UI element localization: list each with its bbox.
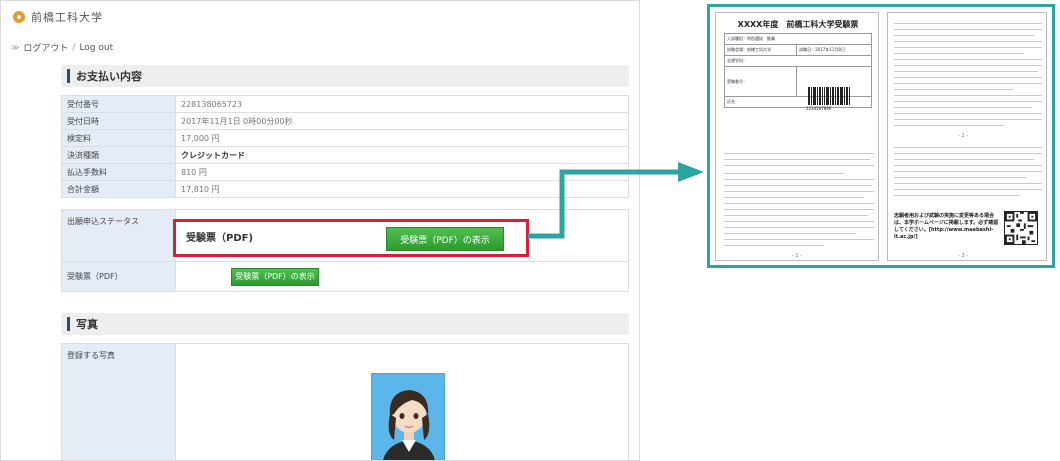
logout-label-en: Log out	[79, 42, 114, 53]
person-avatar-icon	[383, 390, 435, 460]
barcode-icon	[808, 87, 860, 105]
row-label: 受付番号	[61, 95, 176, 113]
payment-section-title: お支払い内容	[76, 70, 142, 83]
ticket-value: 受験票（PDF）の表示	[175, 261, 629, 292]
row-value: 2017年11月1日 0時00分00秒	[175, 112, 629, 130]
ticket-label: 受験票（PDF）	[61, 261, 176, 292]
ticket-page-right: - 2 - 志願者用および試験の実施に変更等ある場合は、本学ホームページに掲載し…	[887, 12, 1047, 261]
site-logo[interactable]: 前橋工科大学	[13, 9, 103, 25]
photo-section-header: 写真	[61, 313, 629, 335]
show-ticket-button[interactable]: 受験票（PDF）の表示	[231, 267, 319, 286]
tutorial-figure: 前橋工科大学 ≫ ログアウト / Log out お支払い内容 受付番号 228…	[0, 0, 1060, 461]
ticket-row: 志望学科：	[724, 55, 872, 67]
photo-label: 登録する写真	[61, 343, 176, 460]
ticket-highlight-callout: 受験票（PDF) 受験票（PDF）の表示	[173, 219, 529, 257]
ticket-title: XXXX年度 前橋工科大学受験票	[737, 20, 859, 29]
photo-section-title: 写真	[76, 318, 98, 331]
ticket-row: 試験会場：前橋工科大学 試験日：2017年11月8日	[723, 44, 872, 56]
row-value: 17,000 円	[175, 129, 629, 147]
section-marker	[67, 317, 70, 331]
table-row: 登録する写真	[61, 343, 629, 460]
double-chevron-right-icon: ≫	[11, 43, 20, 52]
logout-separator: /	[72, 42, 76, 53]
row-label: 払込手数料	[61, 163, 176, 181]
barcode-digits: 1234567890	[806, 106, 832, 111]
table-row: 受付番号 228138065723	[61, 95, 629, 113]
row-value: 228138065723	[175, 95, 629, 113]
qr-note: 志願者用および試験の実施に変更等ある場合は、本学ホームページに掲載します。必ず確…	[894, 213, 999, 240]
logout-link[interactable]: ≫ ログアウト / Log out	[11, 41, 114, 55]
table-row: 検定料 17,000 円	[61, 129, 629, 147]
ticket-cell: 志望学科：	[724, 55, 872, 67]
ticket-cell: 試験会場：前橋工科大学	[723, 44, 798, 56]
photo-table: 登録する写真	[61, 343, 629, 460]
callout-label: 受験票（PDF)	[186, 233, 254, 244]
callout-show-ticket-button[interactable]: 受験票（PDF）の表示	[386, 227, 504, 251]
qr-code-icon	[1004, 211, 1038, 245]
ticket-row: 入試種別：特別選抜 推薦	[724, 33, 872, 45]
table-row: 受験票（PDF） 受験票（PDF）の表示	[61, 261, 629, 292]
ticket-cell: 入試種別：特別選抜 推薦	[724, 33, 872, 45]
table-row: 受付日時 2017年11月1日 0時00分00秒	[61, 112, 629, 130]
site-logo-text: 前橋工科大学	[31, 11, 103, 24]
university-logo-icon	[13, 11, 25, 23]
admission-ticket-preview: XXXX年度 前橋工科大学受験票 入試種別：特別選抜 推薦 試験会場：前橋工科大…	[707, 4, 1055, 268]
row-label: 決済種類	[61, 146, 176, 164]
ticket-cell: 試験日：2017年11月8日	[796, 44, 872, 56]
status-label: 出願申込ステータス	[61, 209, 176, 262]
flow-arrow-icon	[528, 162, 704, 239]
ticket-page-left: XXXX年度 前橋工科大学受験票 入試種別：特別選抜 推薦 試験会場：前橋工科大…	[715, 12, 879, 261]
applicant-photo	[371, 373, 445, 460]
section-marker	[67, 69, 70, 83]
payment-section-header: お支払い内容	[61, 65, 629, 87]
ticket-cell: 受験番号：	[723, 66, 798, 97]
row-label: 受付日時	[61, 112, 176, 130]
row-label: 合計金額	[61, 180, 176, 198]
row-label: 検定料	[61, 129, 176, 147]
logout-label: ログアウト	[23, 44, 69, 54]
